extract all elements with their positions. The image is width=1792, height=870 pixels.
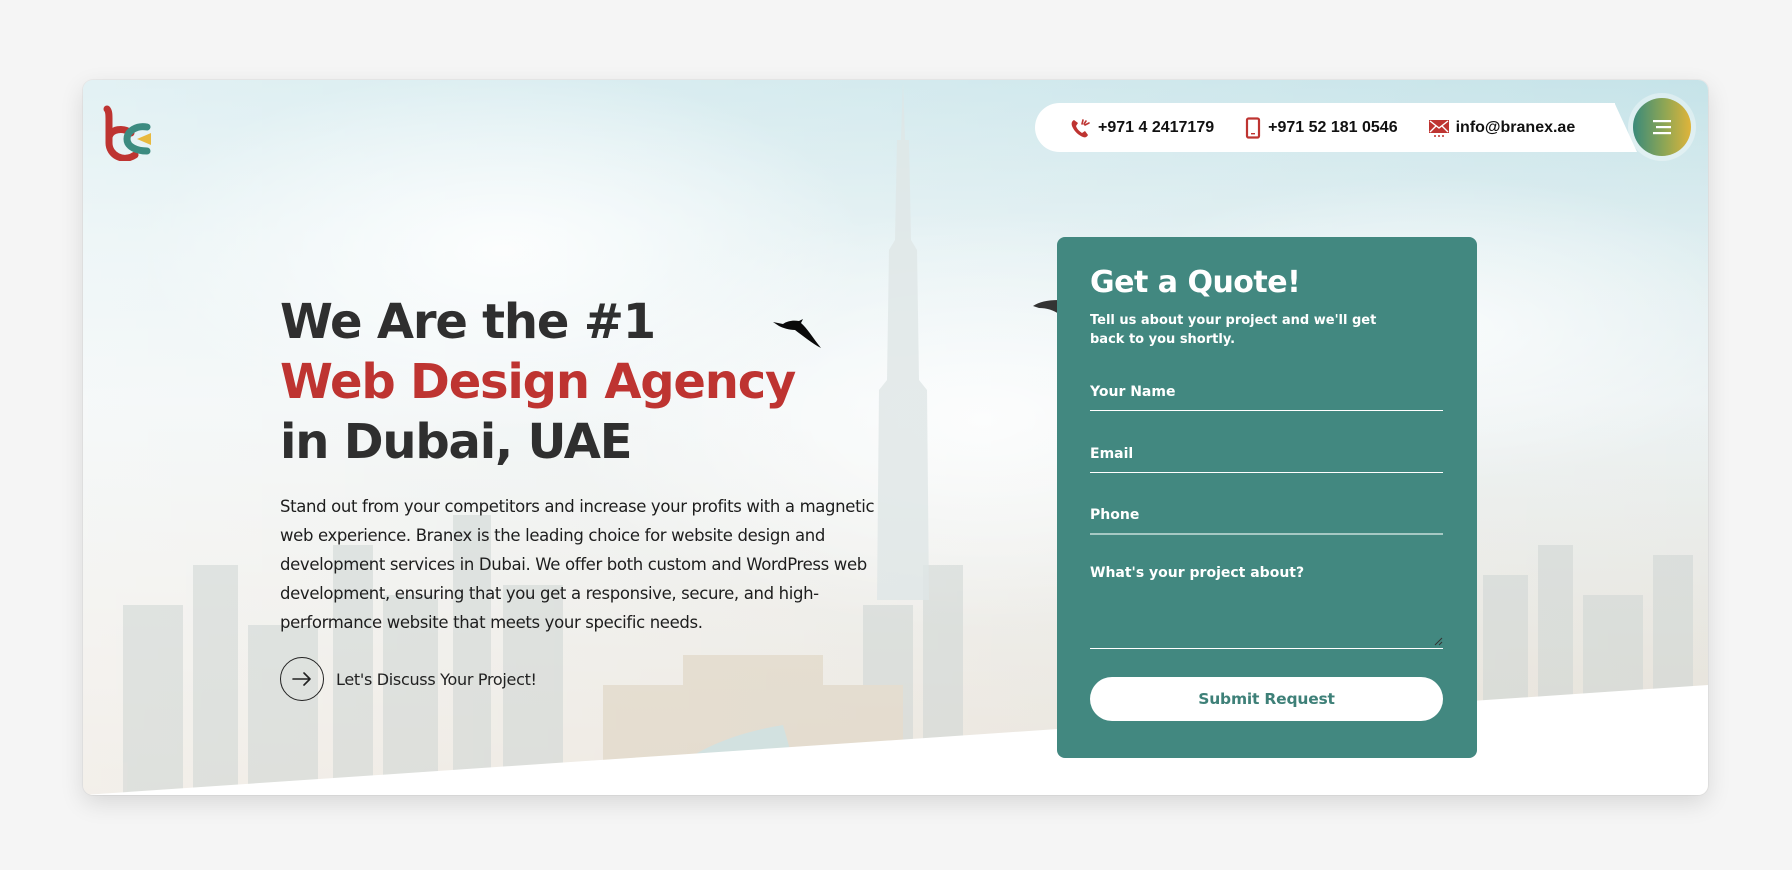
headline-line-2-accent: Web Design Agency — [280, 354, 796, 410]
name-input[interactable] — [1090, 365, 1443, 410]
bird-illustration-2 — [1033, 300, 1059, 314]
hero-content: We Are the #1 Web Design Agency in Dubai… — [280, 292, 900, 701]
phone-input[interactable] — [1090, 489, 1443, 533]
quote-form: Get a Quote! Tell us about your project … — [1057, 237, 1477, 758]
email-label: info@branex.ae — [1455, 118, 1576, 136]
email-input[interactable] — [1090, 427, 1443, 472]
hero-description: Stand out from your competitors and incr… — [280, 497, 875, 632]
hero-headline: We Are the #1 Web Design Agency in Dubai… — [280, 292, 900, 472]
headline-line-1: We Are the #1 — [280, 294, 656, 350]
submit-request-button[interactable]: Submit Request — [1090, 677, 1443, 721]
email-contact-link[interactable]: info@branex.ae — [1428, 118, 1576, 138]
resize-grip-icon[interactable] — [1433, 636, 1443, 646]
email-field-wrapper — [1090, 427, 1443, 473]
project-textarea[interactable] — [1090, 557, 1443, 648]
menu-button[interactable] — [1633, 98, 1691, 156]
mobile-phone-icon — [1246, 116, 1261, 139]
discuss-project-button[interactable]: Let's Discuss Your Project! — [280, 657, 900, 701]
mobile-contact-link[interactable]: +971 52 181 0546 — [1244, 116, 1398, 139]
quote-title: Get a Quote! — [1090, 265, 1301, 300]
arrow-right-icon — [292, 672, 311, 686]
mobile-number-label: +971 52 181 0546 — [1268, 118, 1398, 136]
phone-number-label: +971 4 2417179 — [1098, 118, 1215, 136]
phone-field-wrapper — [1090, 489, 1443, 535]
cta-label: Let's Discuss Your Project! — [336, 669, 537, 689]
name-field-wrapper — [1090, 365, 1443, 411]
hero-section: +971 4 2417179 +971 52 181 0546 info@bra… — [83, 80, 1708, 795]
cta-circle[interactable] — [280, 657, 324, 701]
branex-logo[interactable] — [101, 105, 153, 161]
headline-line-3: in Dubai, UAE — [280, 414, 633, 470]
phone-contact-link[interactable]: +971 4 2417179 — [1070, 118, 1214, 138]
project-field-wrapper — [1090, 557, 1443, 649]
quote-subtitle: Tell us about your project and we'll get… — [1090, 313, 1377, 347]
hamburger-menu-icon — [1653, 120, 1671, 135]
contact-bar: +971 4 2417179 +971 52 181 0546 info@bra… — [1035, 103, 1615, 152]
phone-call-icon — [1071, 118, 1090, 137]
email-icon — [1428, 119, 1449, 137]
